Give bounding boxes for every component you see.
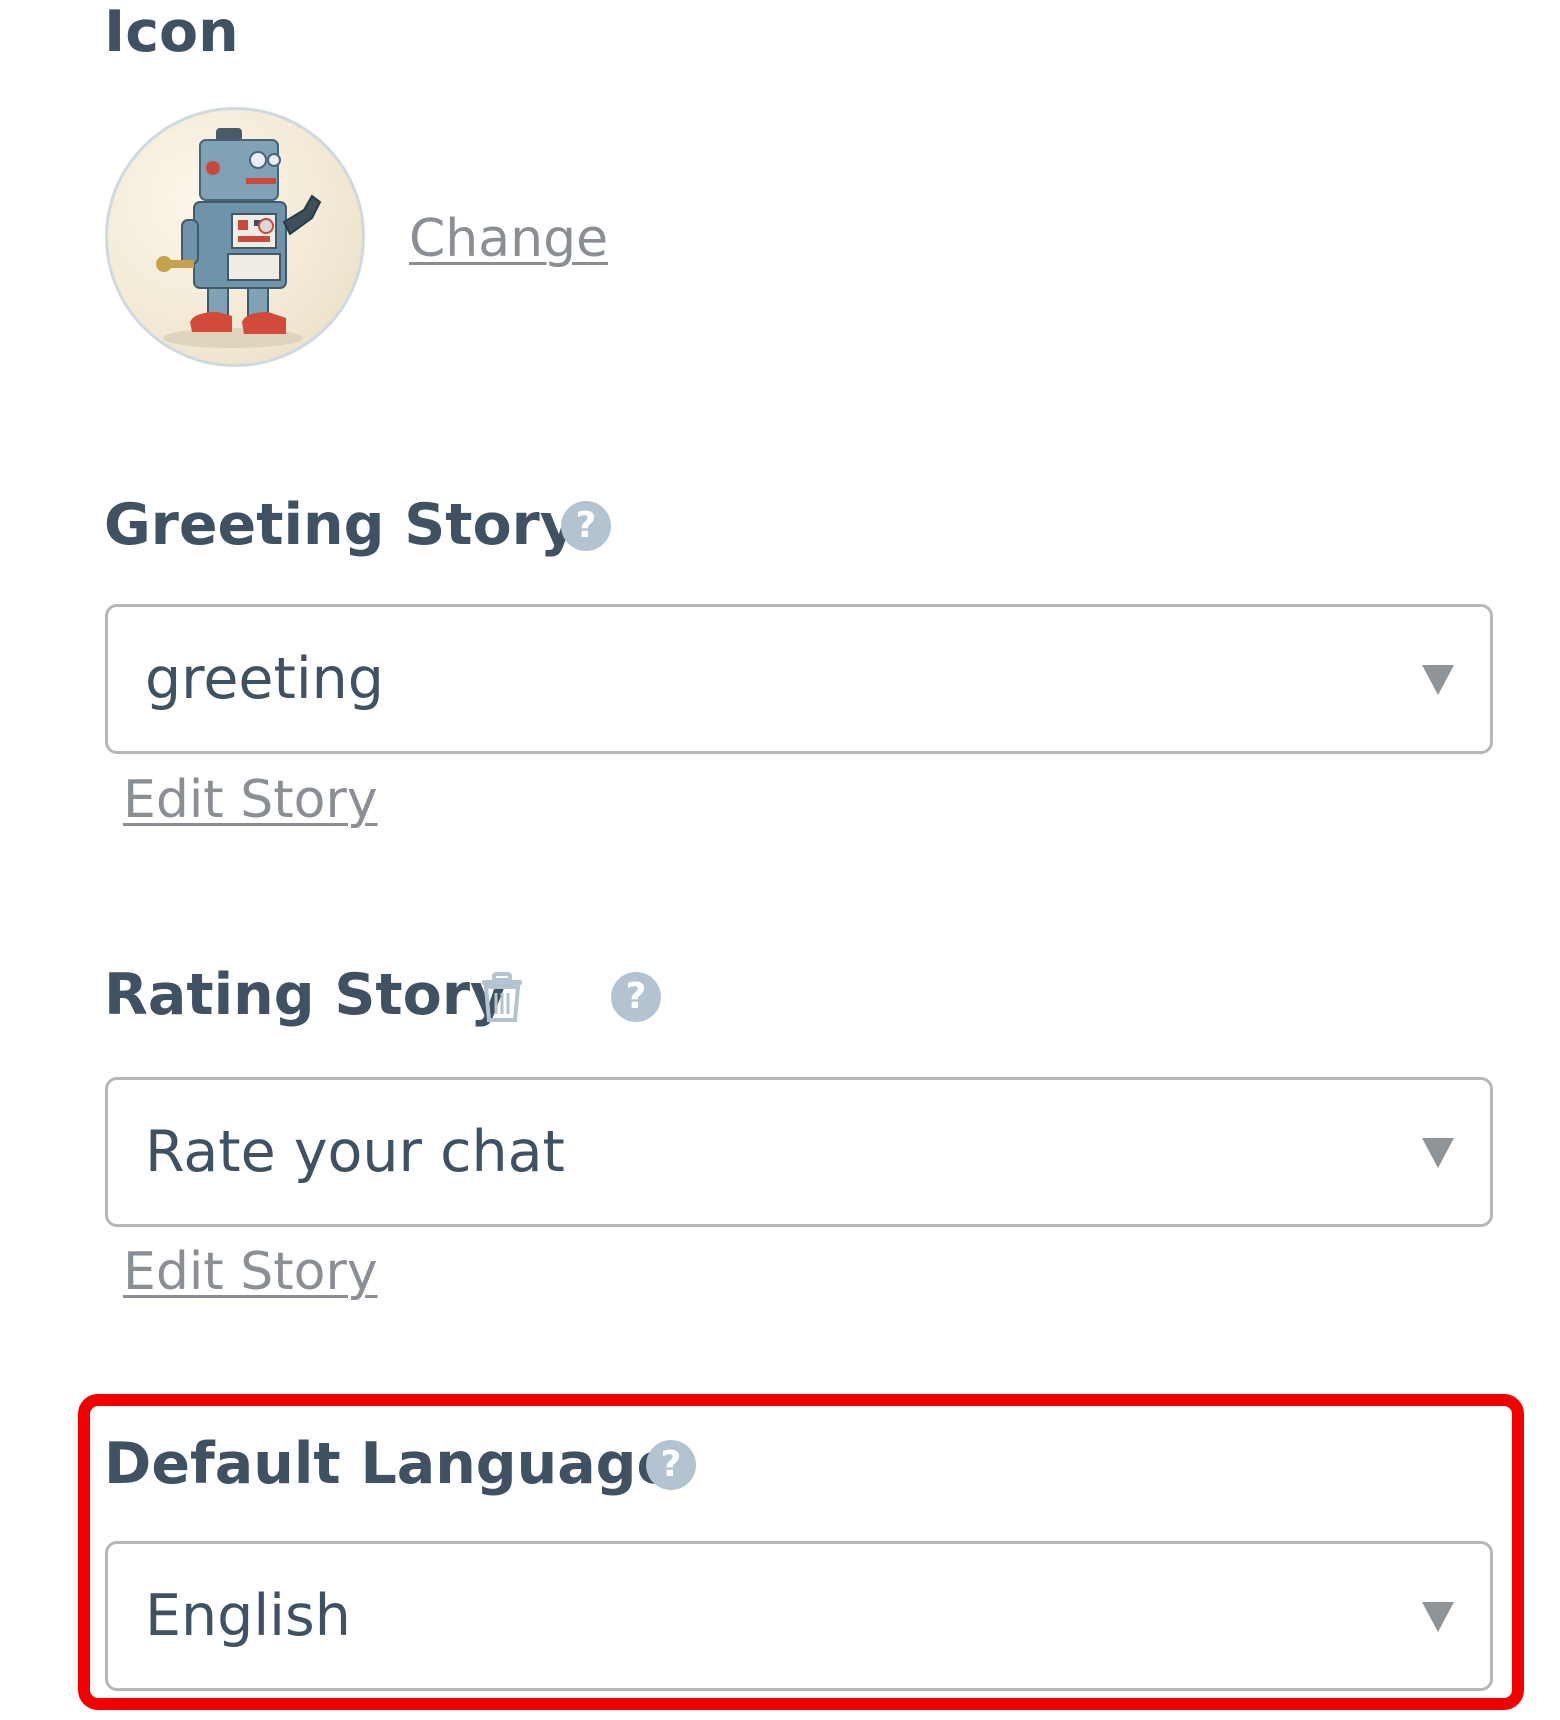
robot-avatar-icon [105,107,365,367]
greeting-story-select[interactable]: greeting [105,604,1493,754]
default-language-select[interactable]: English [105,1541,1493,1691]
rating-story-selected-value: Rate your chat [145,1119,565,1185]
rating-edit-story-link[interactable]: Edit Story [123,1246,378,1298]
chevron-down-icon [1422,1138,1454,1168]
default-language-help-icon[interactable]: ? [646,1440,696,1490]
chevron-down-icon [1422,1602,1454,1632]
default-language-label: Default Language [104,1431,676,1497]
chevron-down-icon [1422,665,1454,695]
greeting-story-selected-value: greeting [145,646,384,712]
greeting-story-help-icon[interactable]: ? [561,501,611,551]
icon-section-label: Icon [104,0,239,65]
trash-icon-svg [482,972,522,1022]
greeting-story-label: Greeting Story [104,492,577,558]
greeting-edit-story-link[interactable]: Edit Story [123,774,378,826]
rating-story-label: Rating Story [104,962,508,1028]
robot-image [156,128,322,348]
default-language-selected-value: English [145,1583,351,1649]
rating-story-help-icon[interactable]: ? [611,972,661,1022]
trash-icon[interactable] [480,972,524,1027]
rating-story-select[interactable]: Rate your chat [105,1077,1493,1227]
change-icon-link[interactable]: Change [409,213,608,265]
